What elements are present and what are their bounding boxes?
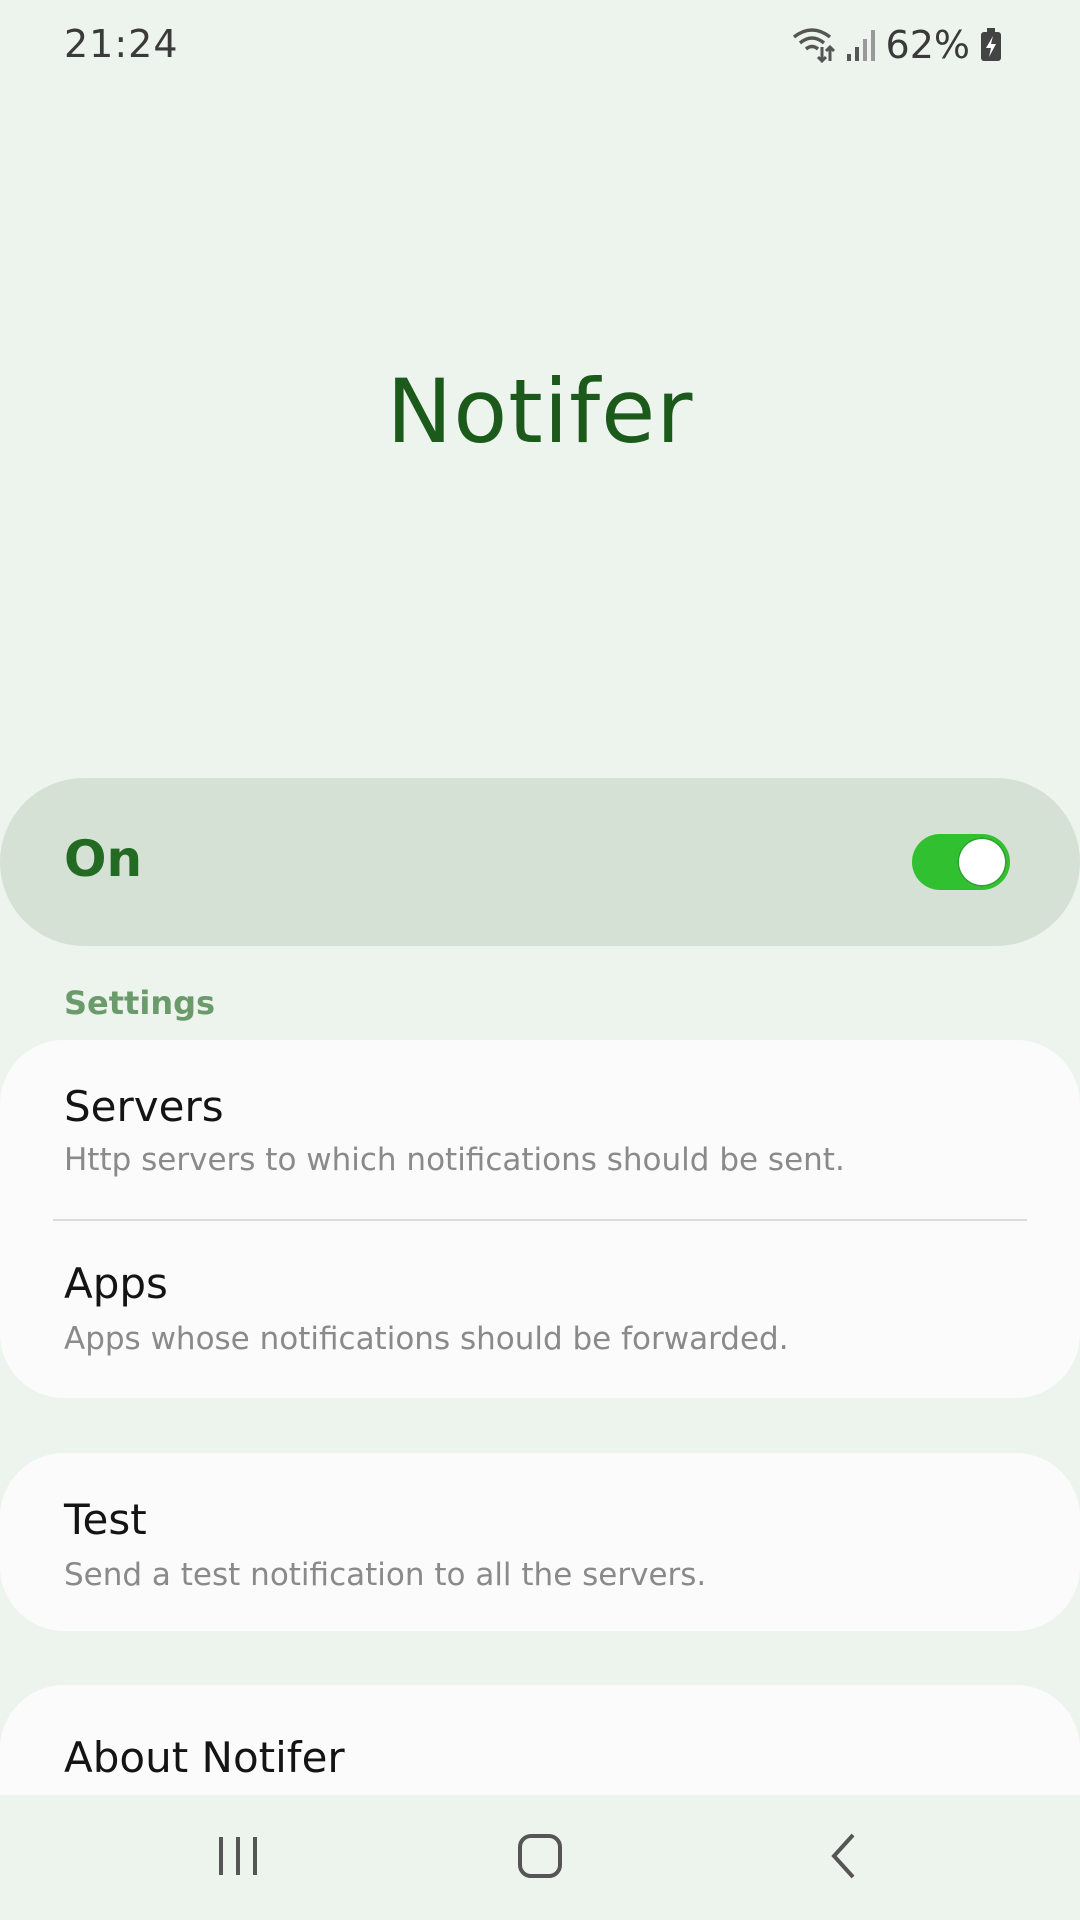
recent-apps-button[interactable]	[178, 1823, 298, 1893]
app-title: Notifer	[386, 360, 694, 463]
master-switch-label: On	[64, 830, 143, 888]
home-button[interactable]	[480, 1823, 600, 1893]
settings-card: Servers Http servers to which notificati…	[0, 1040, 1080, 1398]
navigation-bar	[0, 1795, 1080, 1920]
apps-subtitle: Apps whose notifications should be forwa…	[64, 1321, 789, 1357]
home-icon	[517, 1833, 563, 1883]
screen: 21:24 62% Notifer On Settings Servers Ht…	[0, 0, 1080, 1920]
back-icon	[829, 1832, 859, 1884]
status-bar: 21:24 62%	[0, 0, 1080, 90]
master-toggle[interactable]	[912, 834, 1010, 890]
test-title: Test	[64, 1495, 147, 1544]
list-item-servers[interactable]: Servers Http servers to which notificati…	[0, 1040, 1080, 1220]
list-item-test[interactable]: Test Send a test notification to all the…	[0, 1453, 1080, 1631]
recent-apps-icon	[216, 1834, 260, 1882]
servers-title: Servers	[64, 1082, 224, 1131]
apps-title: Apps	[64, 1259, 168, 1308]
signal-icon	[846, 28, 876, 62]
status-time: 21:24	[64, 22, 179, 66]
test-subtitle: Send a test notification to all the serv…	[64, 1557, 707, 1593]
test-card: Test Send a test notification to all the…	[0, 1453, 1080, 1631]
back-button[interactable]	[784, 1823, 904, 1893]
list-item-apps[interactable]: Apps Apps whose notifications should be …	[0, 1221, 1080, 1398]
toggle-knob	[957, 837, 1007, 887]
settings-section-header: Settings	[64, 984, 216, 1022]
servers-subtitle: Http servers to which notifications shou…	[64, 1142, 845, 1178]
status-icons: 62%	[792, 22, 1002, 68]
about-card: About Notifer	[0, 1685, 1080, 1795]
battery-percent: 62%	[885, 23, 970, 67]
wifi-icon	[792, 27, 836, 63]
list-item-about[interactable]: About Notifer	[0, 1685, 1080, 1795]
battery-charging-icon	[980, 28, 1002, 62]
about-title: About Notifer	[64, 1733, 345, 1782]
master-switch-row[interactable]: On	[0, 778, 1080, 946]
